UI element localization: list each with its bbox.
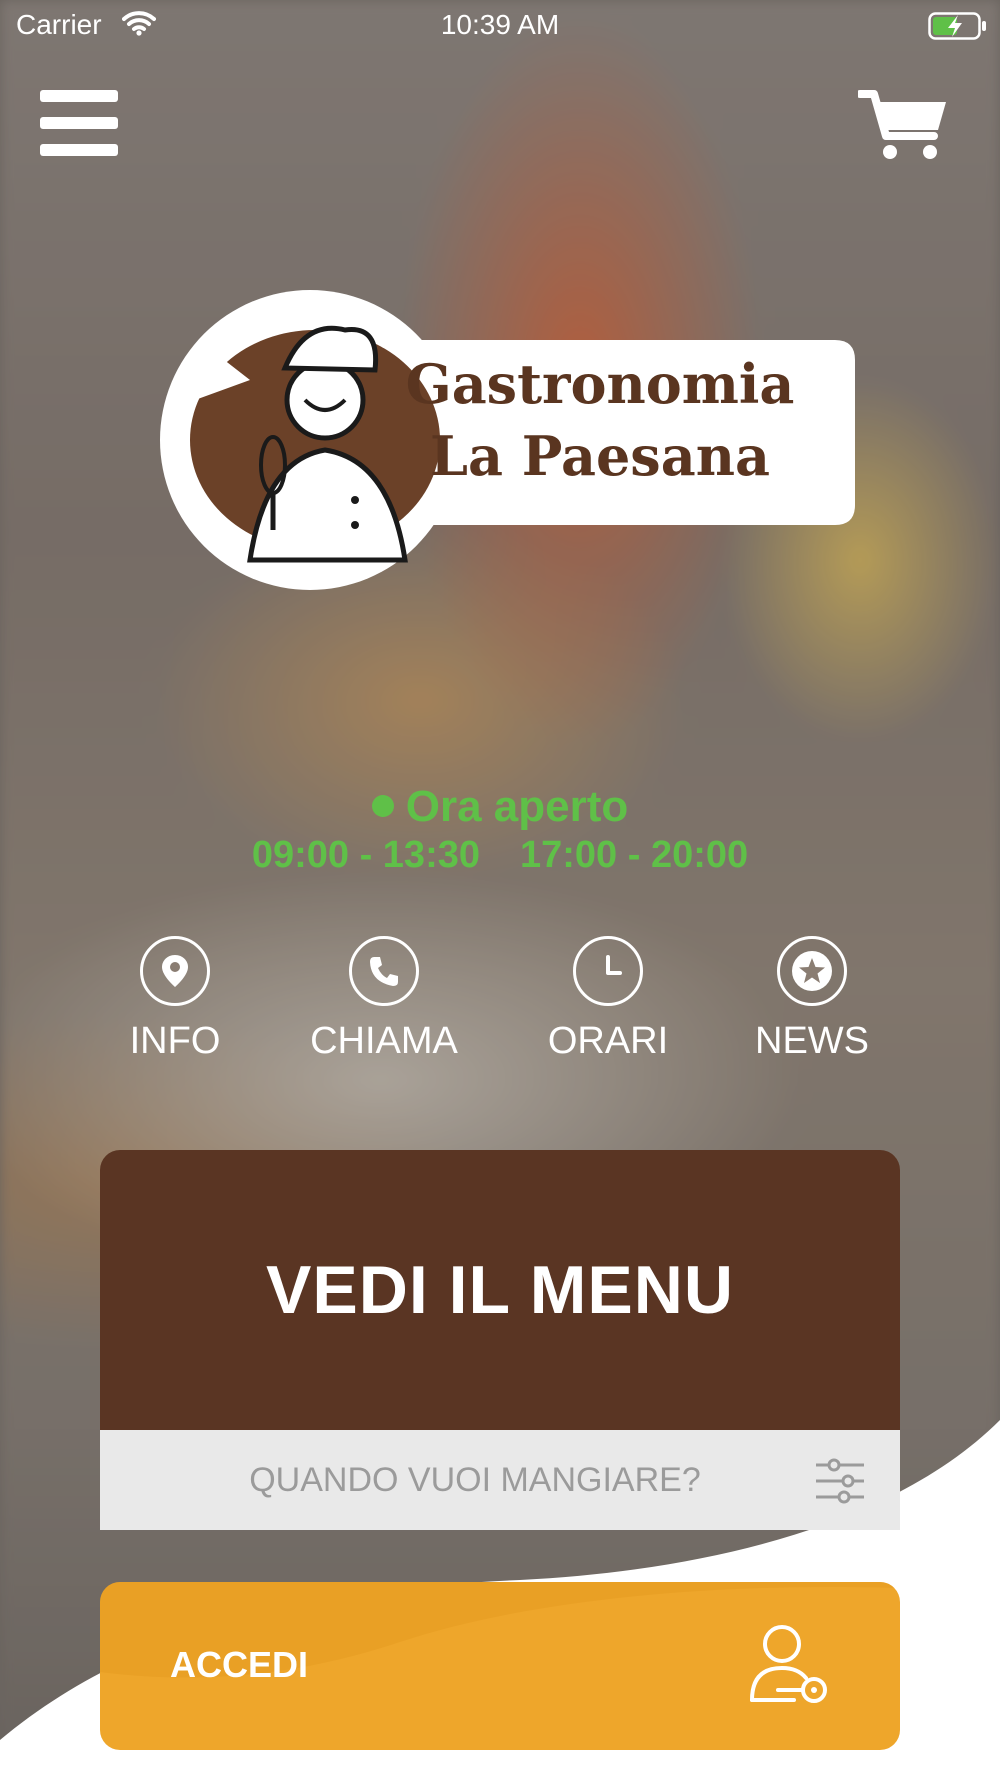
status-bar: Carrier 10:39 AM <box>0 0 1000 50</box>
filter-sliders-icon[interactable] <box>814 1457 866 1505</box>
info-label: INFO <box>129 1020 221 1062</box>
quick-actions: INFO CHIAMA ORARI NEWS <box>0 936 1000 1076</box>
opening-hours: 09:00 - 13:30 17:00 - 20:00 <box>0 834 1000 877</box>
status-time: 10:39 AM <box>440 9 560 40</box>
hamburger-menu-icon[interactable] <box>40 90 118 156</box>
hours-morning: 09:00 - 13:30 <box>251 834 480 876</box>
news-label: NEWS <box>755 1020 869 1062</box>
view-menu-button[interactable]: VEDI IL MENU <box>100 1150 900 1430</box>
open-status: Ora aperto <box>0 782 1000 832</box>
logo-line-1: Gastronomia <box>405 352 795 416</box>
phone-icon <box>349 936 419 1006</box>
view-menu-title: VEDI IL MENU <box>266 1252 734 1328</box>
hours-button[interactable]: ORARI <box>518 936 698 1063</box>
clock-icon <box>573 936 643 1006</box>
hours-label: ORARI <box>547 1020 669 1062</box>
call-label: CHIAMA <box>310 1020 458 1062</box>
when-to-eat-selector[interactable]: QUANDO VUOI MANGIARE? <box>100 1430 900 1530</box>
news-button[interactable]: NEWS <box>722 936 902 1063</box>
when-to-eat-placeholder: QUANDO VUOI MANGIARE? <box>249 1461 701 1499</box>
call-button[interactable]: CHIAMA <box>294 936 474 1063</box>
user-key-icon <box>750 1625 827 1703</box>
info-button[interactable]: INFO <box>85 936 265 1063</box>
login-label: ACCEDI <box>170 1644 309 1685</box>
login-button[interactable]: ACCEDI <box>100 1582 900 1750</box>
logo-wordmark: Gastronomia La Paesana <box>390 348 810 492</box>
logo-line-2: La Paesana <box>430 424 770 488</box>
open-status-dot-icon <box>371 795 394 817</box>
cart-icon[interactable] <box>858 88 948 164</box>
location-pin-icon <box>140 936 210 1006</box>
battery-charging-icon <box>928 12 986 40</box>
star-bubble-icon <box>777 936 847 1006</box>
hours-evening: 17:00 - 20:00 <box>520 834 749 876</box>
open-status-text: Ora aperto <box>405 782 629 831</box>
